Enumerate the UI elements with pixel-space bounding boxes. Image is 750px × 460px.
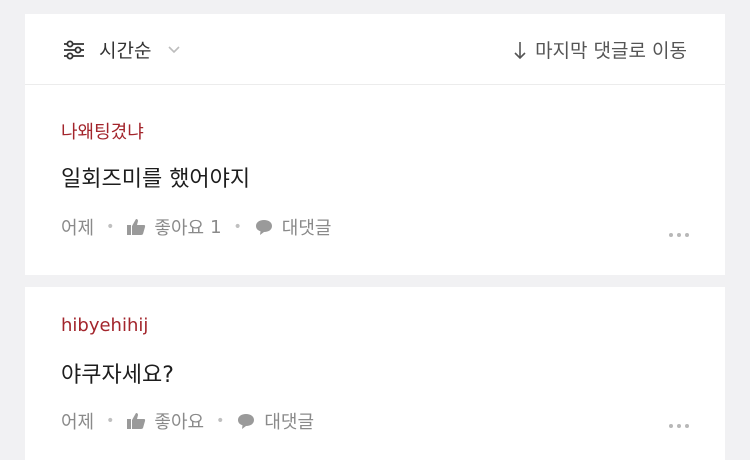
comment-toolbar: 시간순 마지막 댓글로 이동: [25, 14, 725, 85]
like-button[interactable]: 좋아요: [126, 408, 204, 434]
filter-sliders-icon: [64, 40, 84, 59]
jump-to-last-comment-button[interactable]: 마지막 댓글로 이동: [513, 36, 687, 63]
separator-dot: •: [106, 219, 115, 235]
like-count: 1: [210, 216, 222, 238]
speech-bubble-icon: [255, 220, 272, 235]
more-options-button[interactable]: [669, 424, 689, 428]
separator-dot: •: [106, 413, 115, 429]
more-dots-icon: [669, 424, 673, 428]
comment-item: 나왜팅겼냐 일회즈미를 했어야지 어제 • 좋아요 1 • 대댓글: [25, 85, 725, 275]
separator-dot: •: [233, 219, 242, 235]
comment-author[interactable]: hibyehihij: [61, 315, 148, 336]
comment-author[interactable]: 나왜팅겼냐: [61, 118, 144, 144]
like-button[interactable]: 좋아요 1: [126, 214, 222, 240]
more-dot: [677, 233, 681, 237]
jump-label: 마지막 댓글로 이동: [535, 40, 687, 62]
page-margin-left: [0, 0, 25, 460]
chevron-down-icon: [168, 45, 181, 53]
reply-label: 대댓글: [264, 412, 315, 433]
more-dot: [685, 424, 689, 428]
more-options-button[interactable]: [669, 233, 689, 237]
sort-dropdown[interactable]: 시간순: [63, 36, 195, 63]
comment-meta: 어제 • 좋아요 • 대댓글: [61, 408, 314, 434]
thumbs-up-icon: [127, 219, 146, 235]
thumbs-up-icon: [127, 413, 146, 429]
like-label: 좋아요: [154, 218, 205, 239]
reply-label: 대댓글: [281, 218, 332, 239]
comment-item: hibyehihij 야쿠자세요? 어제 • 좋아요 • 대댓글: [25, 287, 725, 460]
more-dot: [685, 233, 689, 237]
comment-divider: [25, 275, 725, 287]
like-label: 좋아요: [154, 412, 205, 433]
comment-time: 어제: [61, 218, 95, 239]
comment-text: 일회즈미를 했어야지: [61, 167, 251, 192]
comment-text: 야쿠자세요?: [61, 363, 174, 388]
more-dots-icon: [669, 233, 673, 237]
reply-button[interactable]: 대댓글: [236, 408, 314, 434]
reply-button[interactable]: 대댓글: [254, 214, 332, 240]
more-dot: [677, 424, 681, 428]
separator-dot: •: [216, 413, 225, 429]
speech-bubble-icon: [238, 414, 255, 429]
comment-meta: 어제 • 좋아요 1 • 대댓글: [61, 214, 331, 240]
page-margin-right: [725, 0, 750, 460]
top-strip: [0, 0, 750, 14]
sort-label: 시간순: [99, 40, 152, 62]
comment-time: 어제: [61, 412, 95, 433]
arrow-down-icon: [514, 41, 526, 59]
